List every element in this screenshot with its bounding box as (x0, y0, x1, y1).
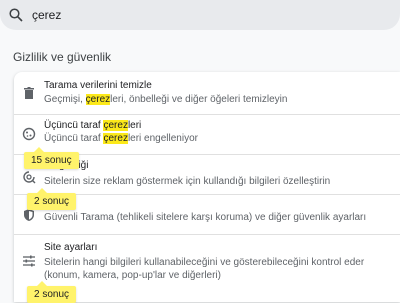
search-bar[interactable]: çerez (0, 0, 400, 30)
row-title: Site ayarları (44, 242, 98, 253)
row-third-party-cookies[interactable]: Üçüncü taraf çerezleri Üçüncü taraf çere… (14, 114, 400, 155)
row-description: Geçmişi, çerezleri, önbelleği ve diğer ö… (44, 94, 288, 105)
search-icon (9, 8, 23, 22)
search-result-badge: 2 sonuç (27, 281, 77, 303)
search-result-badge: 15 sonuç (24, 147, 79, 169)
row-description: Sitelerin hangi bilgileri kullanabileceğ… (44, 257, 365, 281)
row-description: Sitelerin size reklam göstermek için kul… (44, 176, 331, 187)
search-highlight: çerez (85, 94, 111, 105)
search-result-badge: 2 sonuç (27, 188, 77, 210)
privacy-card: Tarama verilerini temizle Geçmişi, çerez… (14, 72, 400, 302)
row-description: Güvenli Tarama (tehlikeli sitelere karşı… (44, 212, 367, 223)
row-description: Üçüncü taraf çerezleri engelleniyor (44, 133, 198, 144)
tune-icon (23, 255, 35, 267)
row-title: Üçüncü taraf çerezleri (44, 120, 142, 131)
row-clear-browsing-data[interactable]: Tarama verilerini temizle Geçmişi, çerez… (14, 72, 400, 115)
search-highlight: çerez (103, 120, 128, 131)
cookie-icon (22, 127, 36, 141)
section-title: Gizlilik ve güvenlik (13, 50, 112, 64)
trash-icon (24, 87, 34, 99)
shield-icon (24, 209, 34, 221)
search-highlight: çerez (103, 133, 128, 144)
search-input[interactable]: çerez (32, 8, 61, 22)
ad-privacy-icon (23, 171, 36, 184)
row-title: Tarama verilerini temizle (44, 80, 152, 91)
